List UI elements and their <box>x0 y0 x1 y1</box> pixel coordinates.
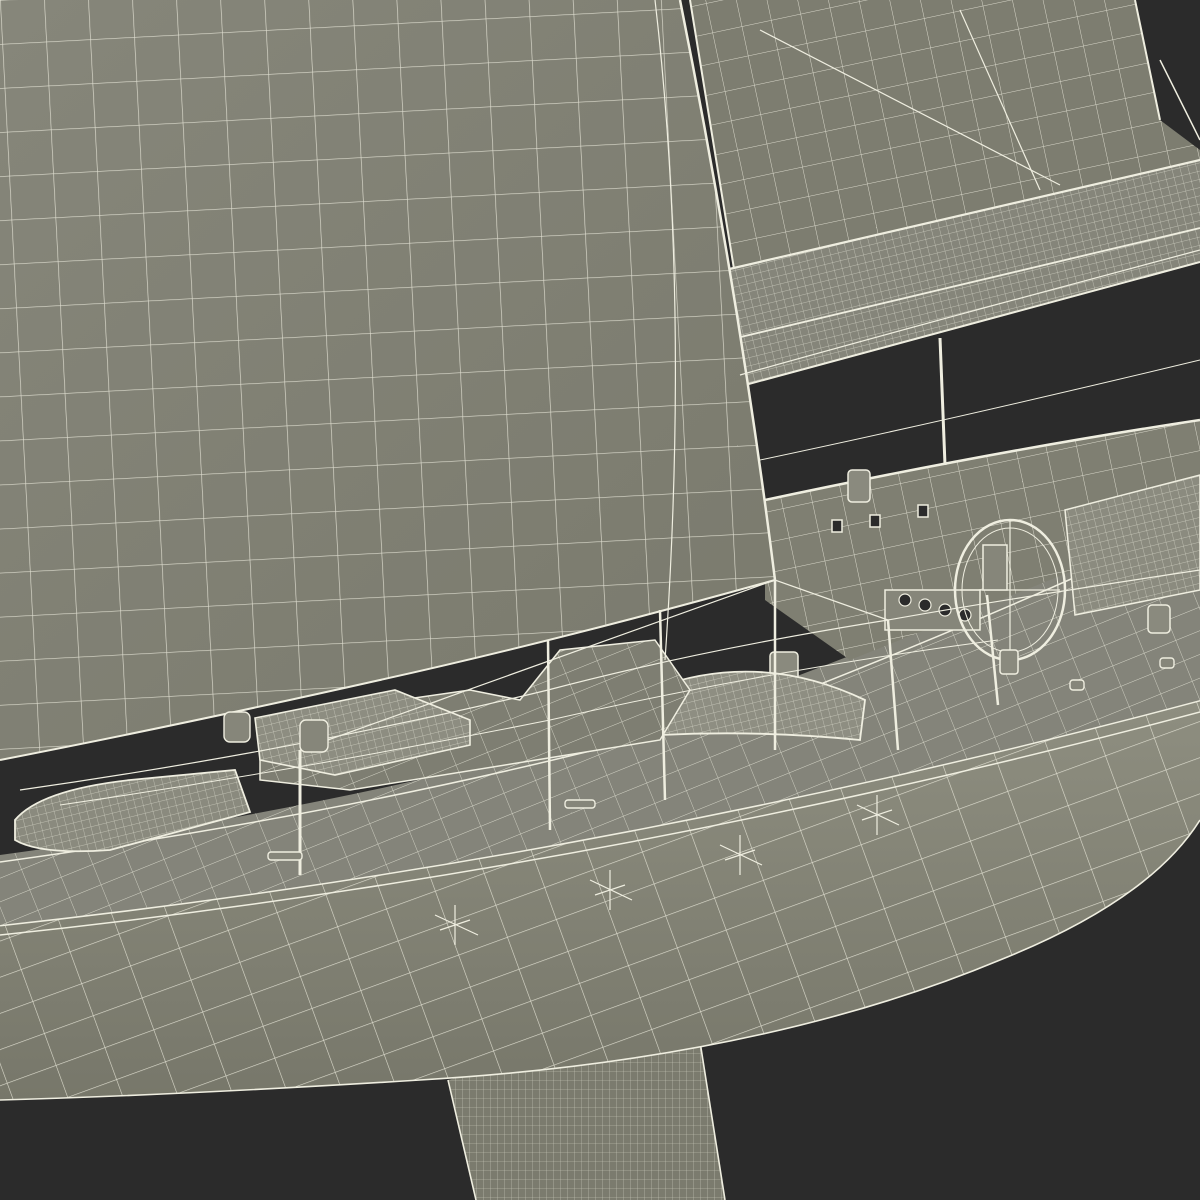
helm-wheel <box>953 518 1067 662</box>
render-viewport <box>0 0 1200 1200</box>
yacht-render <box>0 0 1200 1200</box>
